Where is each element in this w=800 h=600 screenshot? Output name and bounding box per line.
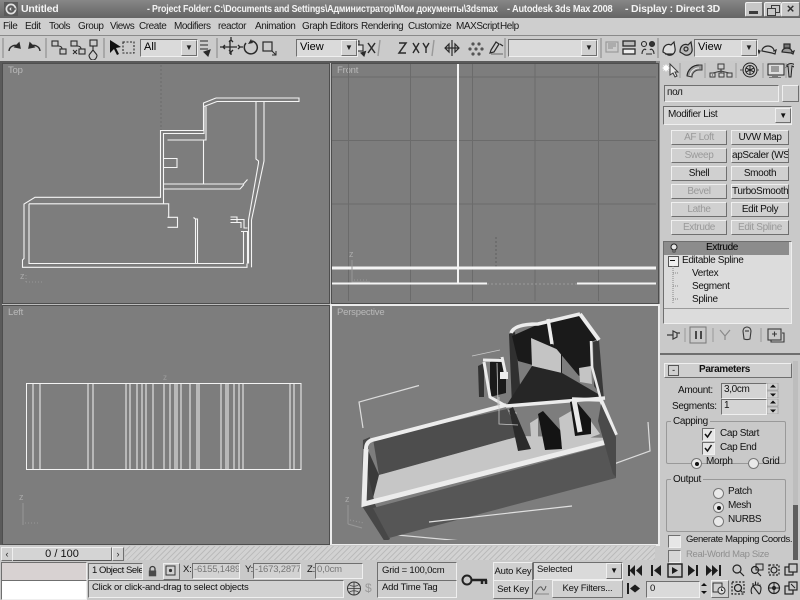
svg-text:z: z: [20, 271, 25, 281]
svg-text:z: z: [345, 494, 350, 504]
svg-text:z: z: [349, 249, 354, 259]
svg-text:z: z: [163, 373, 167, 382]
svg-text:z: z: [19, 492, 24, 502]
